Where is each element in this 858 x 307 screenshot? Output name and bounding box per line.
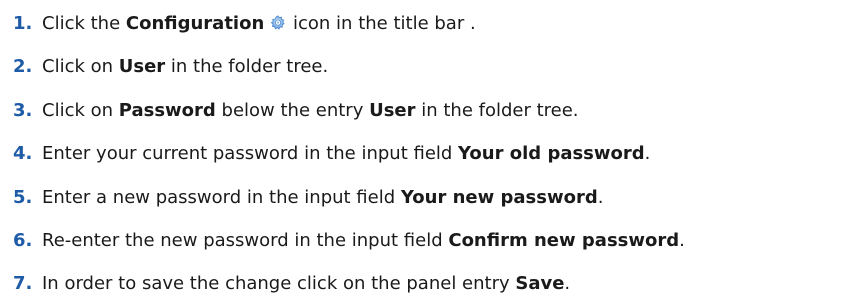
step-4: 4. Enter your current password in the in… xyxy=(0,132,858,175)
step-text-part: Enter a new password in the input field xyxy=(42,186,401,208)
ui-term-user: User xyxy=(118,56,166,78)
step-text-part: Click the xyxy=(42,13,126,34)
ui-term-password: Password xyxy=(118,99,216,121)
step-text: Re-enter the new password in the input f… xyxy=(42,219,685,262)
step-text: Enter your current password in the input… xyxy=(42,132,650,175)
step-text-part: Click on xyxy=(42,56,119,78)
step-text: Click on User in the folder tree. xyxy=(42,45,328,88)
step-text-part: Re-enter the new password in the input f… xyxy=(42,229,449,251)
step-5: 5. Enter a new password in the input fie… xyxy=(0,176,858,219)
step-number: 5. xyxy=(13,186,33,208)
step-number: 2. xyxy=(13,56,33,78)
step-text: Click on Password below the entry User i… xyxy=(42,89,579,132)
step-2: 2. Click on User in the folder tree. xyxy=(0,45,858,88)
step-number: 3. xyxy=(13,99,33,121)
instruction-steps: 1. Click the Configuration icon in the t… xyxy=(0,2,858,306)
ui-term-new-password: Your new password xyxy=(400,186,598,208)
step-number: 6. xyxy=(13,229,33,251)
step-text-part: . xyxy=(564,273,571,295)
step-text: In order to save the change click on the… xyxy=(42,262,570,305)
step-1: 1. Click the Configuration icon in the t… xyxy=(0,2,858,45)
step-text: Enter a new password in the input field … xyxy=(42,176,603,219)
ui-term-configuration: Configuration xyxy=(125,13,265,34)
step-text-part: icon in the title bar . xyxy=(287,13,476,34)
step-text-part: In order to save the change click on the… xyxy=(42,273,516,295)
step-text-part: . xyxy=(597,186,604,208)
step-7: 7. In order to save the change click on … xyxy=(0,262,858,305)
step-text-part: Enter your current password in the input… xyxy=(42,143,459,165)
step-text-part: in the folder tree. xyxy=(415,99,579,121)
step-text-part: . xyxy=(679,229,685,251)
step-text-part: . xyxy=(644,143,651,165)
ui-term-confirm-password: Confirm new password xyxy=(448,229,680,251)
ui-term-save: Save xyxy=(515,273,565,295)
step-text-part: Click on xyxy=(42,99,119,121)
ui-term-user: User xyxy=(369,99,416,121)
step-text-part: in the folder tree. xyxy=(165,56,329,78)
step-number: 4. xyxy=(13,143,33,165)
step-6: 6. Re-enter the new password in the inpu… xyxy=(0,219,858,262)
gear-icon xyxy=(271,15,285,30)
step-number: 1. xyxy=(13,13,33,34)
step-number: 7. xyxy=(13,273,33,295)
step-3: 3. Click on Password below the entry Use… xyxy=(0,89,858,132)
step-text-part: below the entry xyxy=(215,99,370,121)
step-text: Click the Configuration icon in the titl… xyxy=(42,2,476,45)
ui-term-old-password: Your old password xyxy=(458,143,645,165)
